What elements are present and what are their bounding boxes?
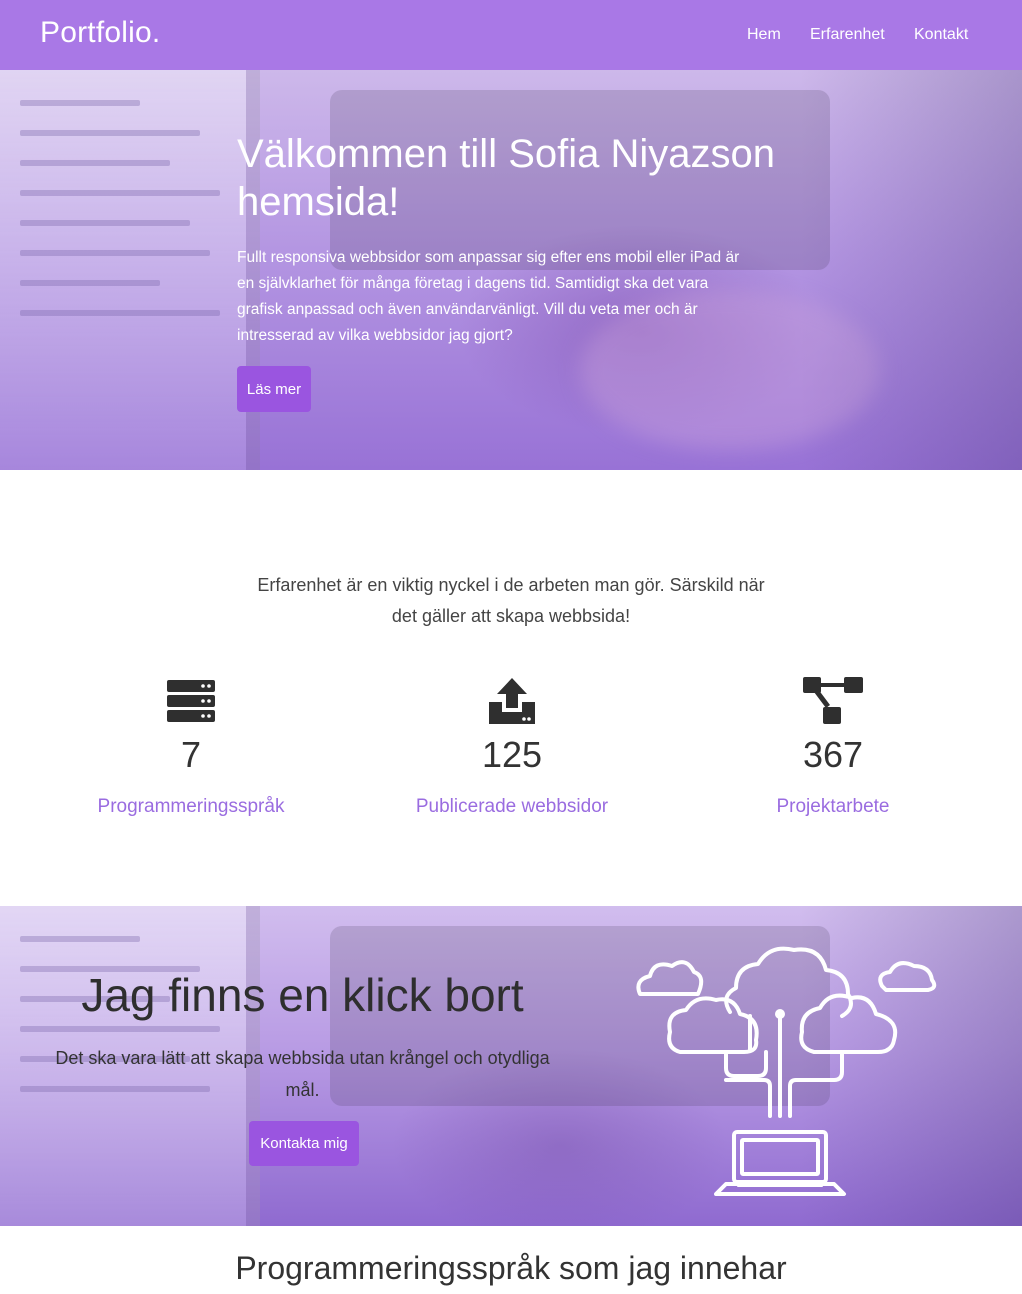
banner-title: Jag finns en klick bort <box>81 969 524 1021</box>
stat-label: Programmeringsspråk <box>97 796 285 817</box>
nav-link-hem[interactable]: Hem <box>747 26 781 44</box>
hero-background-screen <box>0 70 260 470</box>
stat-websites: 125 Publicerade webbsidor <box>362 676 662 818</box>
read-more-button[interactable]: Läs mer <box>237 366 311 412</box>
cloud-network-laptop-icon <box>636 946 937 1196</box>
contact-banner: Jag finns en klick bort Det ska vara lät… <box>0 906 1022 1226</box>
hero-section: Välkommen till Sofia Niyazson hemsida! F… <box>0 70 1022 470</box>
hero-text: Fullt responsiva webbsidor som anpassar … <box>237 249 740 344</box>
navbar: Portfolio. Hem Erfarenhet Kontakt <box>0 0 1022 70</box>
nav-link-kontakt[interactable]: Kontakt <box>914 26 968 44</box>
stat-projects: 367 Projektarbete <box>683 676 983 818</box>
stat-number: 7 <box>180 734 202 775</box>
brand-logo[interactable]: Portfolio. <box>40 16 160 50</box>
stat-number: 125 <box>481 734 543 775</box>
contact-me-button[interactable]: Kontakta mig <box>249 1121 359 1166</box>
hero-title: Välkommen till Sofia Niyazson hemsida! <box>237 132 775 224</box>
server-icon <box>41 676 341 726</box>
stat-label: Publicerade webbsidor <box>415 796 609 817</box>
stat-label: Projektarbete <box>776 796 890 817</box>
upload-icon <box>362 676 662 726</box>
nav-link-erfarenhet[interactable]: Erfarenhet <box>810 26 885 44</box>
banner-text: Det ska vara lätt att skapa webbsida uta… <box>55 1048 550 1100</box>
stat-number: 367 <box>802 734 864 775</box>
experience-intro: Erfarenhet är en viktig nyckel i de arbe… <box>257 575 765 626</box>
sitemap-icon <box>683 676 983 726</box>
stat-languages: 7 Programmeringsspråk <box>41 676 341 818</box>
skills-title: Programmeringsspråk som jag innehar <box>235 1250 787 1286</box>
